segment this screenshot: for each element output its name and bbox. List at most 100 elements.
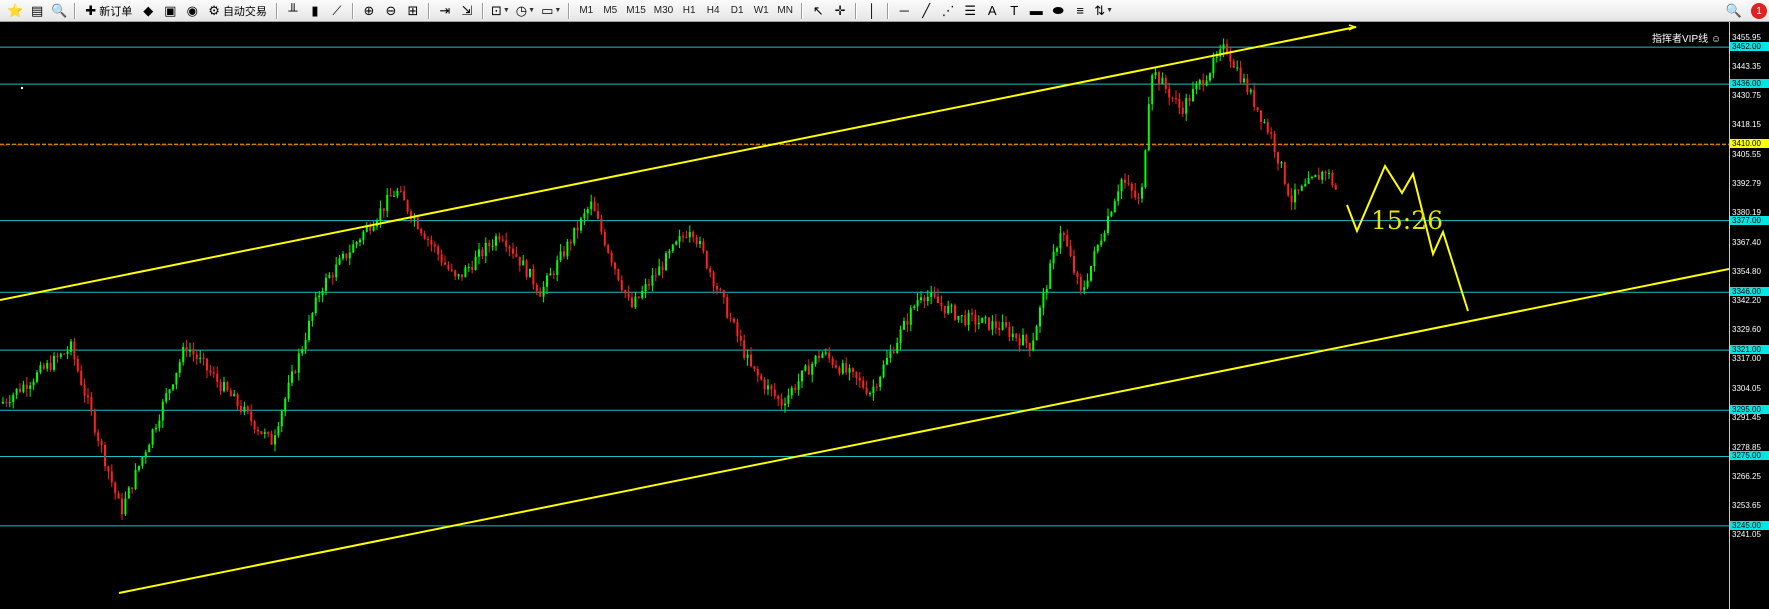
candle-body [991,321,994,330]
candle-body [284,398,287,412]
text-icon[interactable]: A [982,2,1002,20]
auto-scroll-icon[interactable]: ⇲ [457,2,477,20]
candle-body [1107,216,1109,234]
candle-body [117,493,120,499]
candle-body [491,245,494,247]
ellipse-icon[interactable]: ⬬ [1048,2,1068,20]
candle-body [559,251,562,261]
price-tick-label: 3241.05 [1732,530,1761,539]
candle-body [974,314,977,325]
candle-body [212,372,215,374]
timeframe-m5[interactable]: M5 [599,2,621,20]
candle-body [1059,233,1062,249]
timeframe-h4[interactable]: H4 [702,2,724,20]
periods-dropdown[interactable]: ◷ ▼ [514,2,537,20]
candle-body [1273,133,1276,153]
arrows-dropdown[interactable]: ⇅ ▼ [1092,2,1115,20]
candle-body [80,370,83,385]
indicators-icon: ⊡ [490,2,502,18]
candle-body [127,487,130,499]
candle-body [665,253,667,271]
bar-chart-icon[interactable]: ╨ [283,2,303,20]
chart-shift-icon[interactable]: ⇥ [435,2,455,20]
candle-body [59,353,62,358]
history-center-icon[interactable]: ◆ [138,2,158,20]
candle-body [318,295,321,298]
new-order-icon: ✚ [85,2,97,18]
price-chart[interactable] [0,22,1729,609]
auto-trading-button[interactable]: ⚙ 自动交易 [204,2,271,20]
candle-body [1066,235,1069,247]
timeframe-m1[interactable]: M1 [575,2,597,20]
crosshair-icon[interactable]: ✛ [830,2,850,20]
fibonacci-expansion-icon[interactable]: ≡ [1070,2,1090,20]
toolbar-separator [275,2,278,19]
candle-body [427,238,429,240]
candle-body [569,241,572,244]
timeframe-h1[interactable]: H1 [678,2,700,20]
timeframe-w1[interactable]: W1 [750,2,772,20]
candle-body [192,350,195,355]
lower-channel-line [118,268,1729,594]
trendline-icon[interactable]: ╱ [916,2,936,20]
cursor-icon[interactable]: ↖ [808,2,828,20]
candle-body [811,364,814,375]
candle-body [529,268,531,278]
candle-body [845,363,848,373]
templates-dropdown[interactable]: ▭ ▼ [539,2,563,20]
candle-body [131,487,134,490]
candle-body [1277,152,1279,164]
candle-body [1161,77,1164,85]
candle-body [481,249,484,256]
candle-body [1110,212,1113,217]
candle-body [899,329,902,343]
data-window-icon[interactable]: ▣ [160,2,180,20]
new-order-button[interactable]: ✚ 新订单 [81,2,136,20]
fibonacci-retracement-icon[interactable]: ☰ [960,2,980,20]
line-chart-icon[interactable]: ⟋ [327,2,347,20]
candle-body [291,371,293,383]
candle-body [583,213,586,219]
zoom-window-icon[interactable]: 🔍 [49,2,69,20]
candle-body [104,444,106,467]
indicators-dropdown[interactable]: ⊡ ▼ [489,2,512,20]
horizontal-line-icon[interactable]: ─ [894,2,914,20]
timeframe-mn[interactable]: MN [774,2,796,20]
candle-body [821,353,824,358]
profiles-icon[interactable]: ▤ [27,2,47,20]
candle-body [464,267,467,278]
vertical-line-icon[interactable]: │ [862,2,882,20]
candle-body [709,268,712,273]
zoom-in-icon[interactable]: ⊕ [359,2,379,20]
tile-windows-icon[interactable]: ⊞ [403,2,423,20]
alert-badge[interactable]: 1 [1751,3,1767,19]
rectangle-icon[interactable]: ▬ [1026,2,1046,20]
candle-body [342,253,344,259]
candle-body [1321,171,1324,180]
timeframe-m15[interactable]: M15 [623,2,648,20]
candle-body [440,254,443,263]
candle-body [352,244,355,253]
candle-body [1263,121,1266,123]
signal-icon[interactable]: ◉ [182,2,202,20]
search-icon[interactable]: 🔍 [1724,2,1744,20]
candle-body [42,365,45,369]
text-label-icon[interactable]: T [1004,2,1024,20]
candle-body [178,362,181,373]
timeframe-d1[interactable]: D1 [726,2,748,20]
fibonacci-fan-icon[interactable]: ⋰ [938,2,958,20]
candle-body [450,269,453,271]
zoom-out-icon[interactable]: ⊖ [381,2,401,20]
candle-body [1005,322,1007,327]
toolbar-separator [427,2,430,19]
candle-body [151,429,154,445]
timeframe-m30[interactable]: M30 [651,2,676,20]
candle-body [406,200,409,212]
candle-body [202,357,205,359]
candle-body [930,292,933,297]
new-chart-icon[interactable]: ⭐ [5,2,25,20]
candle-body [168,389,171,394]
candle-body [253,421,256,430]
candlestick-icon[interactable]: ▮ [305,2,325,20]
candle-body [627,293,630,298]
